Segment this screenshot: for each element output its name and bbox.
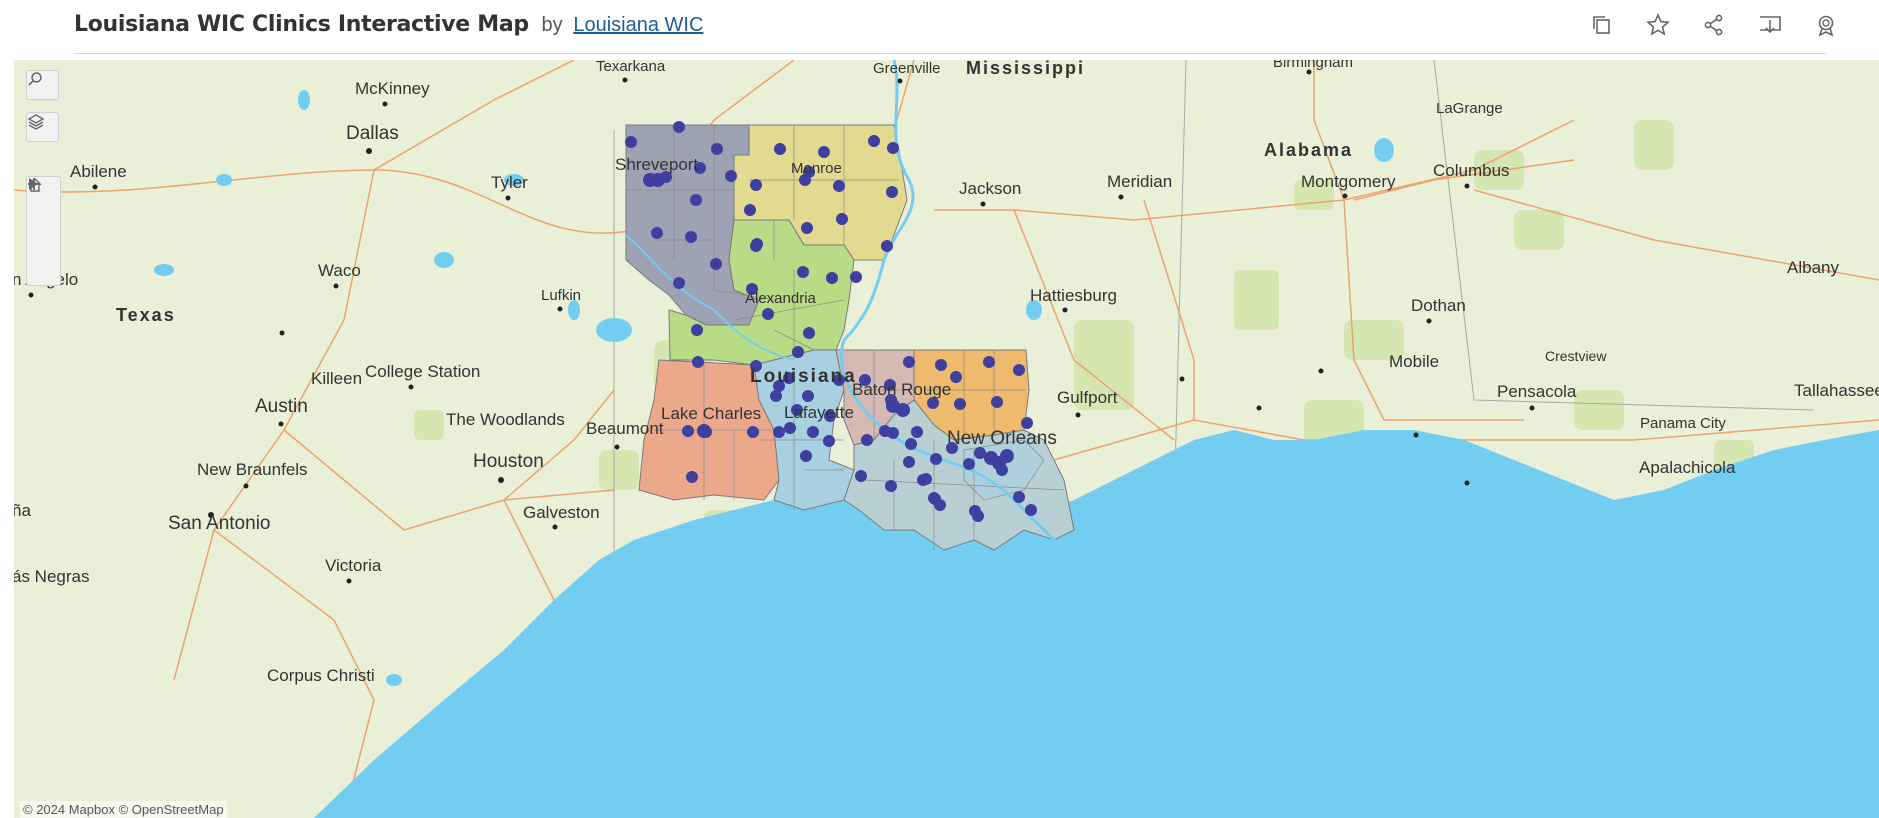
- badge-icon[interactable]: [1813, 12, 1839, 38]
- title-bar: Louisiana WIC Clinics Interactive Map by…: [74, 10, 703, 38]
- play-icon: [29, 178, 38, 190]
- header: Louisiana WIC Clinics Interactive Map by…: [0, 0, 1879, 54]
- map-zoom-controls: [26, 176, 61, 286]
- share-icon[interactable]: [1701, 12, 1727, 38]
- pan-toggle-button[interactable]: [27, 178, 60, 285]
- map-view[interactable]: Texas Louisiana Mississippi Alabama Texa…: [14, 60, 1879, 818]
- map-layers-button[interactable]: [26, 112, 59, 142]
- map-search-button[interactable]: [26, 70, 59, 100]
- header-divider: [74, 53, 1826, 54]
- wic-regions: [625, 124, 1075, 551]
- star-icon[interactable]: [1645, 12, 1671, 38]
- author-link[interactable]: Louisiana WIC: [573, 14, 703, 36]
- by-label: by: [541, 14, 563, 36]
- page-title: Louisiana WIC Clinics Interactive Map: [74, 12, 529, 37]
- header-toolbar: [1589, 12, 1839, 38]
- gulf-of-mexico: [314, 430, 1879, 818]
- layers-icon: [27, 114, 45, 130]
- zoom-out-button[interactable]: [27, 183, 60, 231]
- home-button[interactable]: [27, 178, 60, 258]
- basemap: [14, 60, 1879, 818]
- duplicate-icon[interactable]: [1589, 12, 1615, 38]
- map-attribution[interactable]: © 2024 Mapbox © OpenStreetMap: [20, 801, 227, 818]
- download-icon[interactable]: [1757, 12, 1783, 38]
- search-icon: [28, 72, 42, 86]
